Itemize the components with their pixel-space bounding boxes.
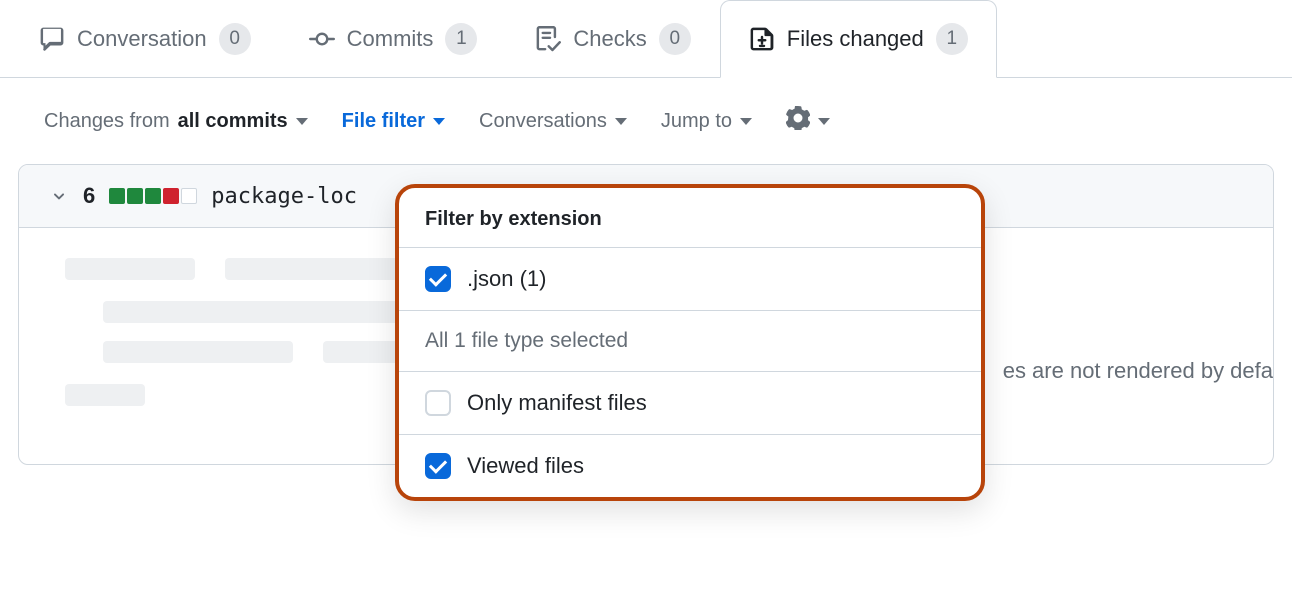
diff-add-block [109, 188, 125, 204]
skeleton-block [103, 341, 293, 363]
diff-neutral-block [181, 188, 197, 204]
skeleton-block [103, 301, 413, 323]
tab-label: Commits [347, 26, 434, 52]
file-filter-dropdown[interactable]: File filter [342, 110, 445, 133]
conversations-dropdown[interactable]: Conversations [479, 110, 627, 133]
file-filter-popover: Filter by extension .json (1) All 1 file… [395, 184, 985, 501]
count-badge: 1 [936, 23, 968, 55]
count-badge: 1 [445, 23, 477, 55]
filter-option-viewed[interactable]: Viewed files [399, 435, 981, 497]
lines-changed-count: 6 [83, 183, 95, 209]
checklist-icon [535, 26, 561, 52]
count-badge: 0 [659, 23, 691, 55]
diff-settings-dropdown[interactable] [786, 106, 830, 136]
jump-to-dropdown[interactable]: Jump to [661, 110, 752, 133]
file-diff-icon [749, 26, 775, 52]
filter-option-manifest[interactable]: Only manifest files [399, 372, 981, 435]
gear-icon [786, 106, 810, 136]
filter-summary-text: All 1 file type selected [399, 311, 981, 372]
label-prefix: Changes from [44, 110, 170, 133]
label: File filter [342, 110, 425, 133]
tab-label: Checks [573, 26, 646, 52]
checkbox-checked-icon [425, 453, 451, 479]
skeleton-block [65, 258, 195, 280]
chevron-down-icon [49, 186, 69, 206]
tab-checks[interactable]: Checks 0 [506, 0, 719, 77]
caret-down-icon [740, 118, 752, 125]
tab-conversation[interactable]: Conversation 0 [10, 0, 280, 77]
diff-add-block [145, 188, 161, 204]
label: Jump to [661, 110, 732, 133]
pr-tabs: Conversation 0 Commits 1 Checks 0 Files … [0, 0, 1292, 78]
tab-files-changed[interactable]: Files changed 1 [720, 0, 997, 78]
comment-icon [39, 26, 65, 52]
diffstat-blocks [109, 188, 197, 204]
diff-add-block [127, 188, 143, 204]
checkbox-checked-icon [425, 266, 451, 292]
skeleton-block [65, 384, 145, 406]
commit-icon [309, 26, 335, 52]
count-badge: 0 [219, 23, 251, 55]
filter-option-json[interactable]: .json (1) [399, 248, 981, 311]
option-label: Viewed files [467, 453, 584, 479]
tab-label: Files changed [787, 26, 924, 52]
label-value: all commits [178, 110, 288, 133]
tab-label: Conversation [77, 26, 207, 52]
option-label: .json (1) [467, 266, 546, 292]
caret-down-icon [818, 118, 830, 125]
file-name: package-loc [211, 184, 357, 209]
diff-del-block [163, 188, 179, 204]
caret-down-icon [433, 118, 445, 125]
not-rendered-text: es are not rendered by defa [1003, 358, 1273, 384]
popover-title: Filter by extension [399, 188, 981, 248]
tab-commits[interactable]: Commits 1 [280, 0, 507, 77]
diff-toolbar: Changes from all commits File filter Con… [0, 78, 1292, 164]
checkbox-unchecked-icon [425, 390, 451, 416]
caret-down-icon [615, 118, 627, 125]
option-label: Only manifest files [467, 390, 647, 416]
changes-from-dropdown[interactable]: Changes from all commits [44, 110, 308, 133]
caret-down-icon [296, 118, 308, 125]
label: Conversations [479, 110, 607, 133]
